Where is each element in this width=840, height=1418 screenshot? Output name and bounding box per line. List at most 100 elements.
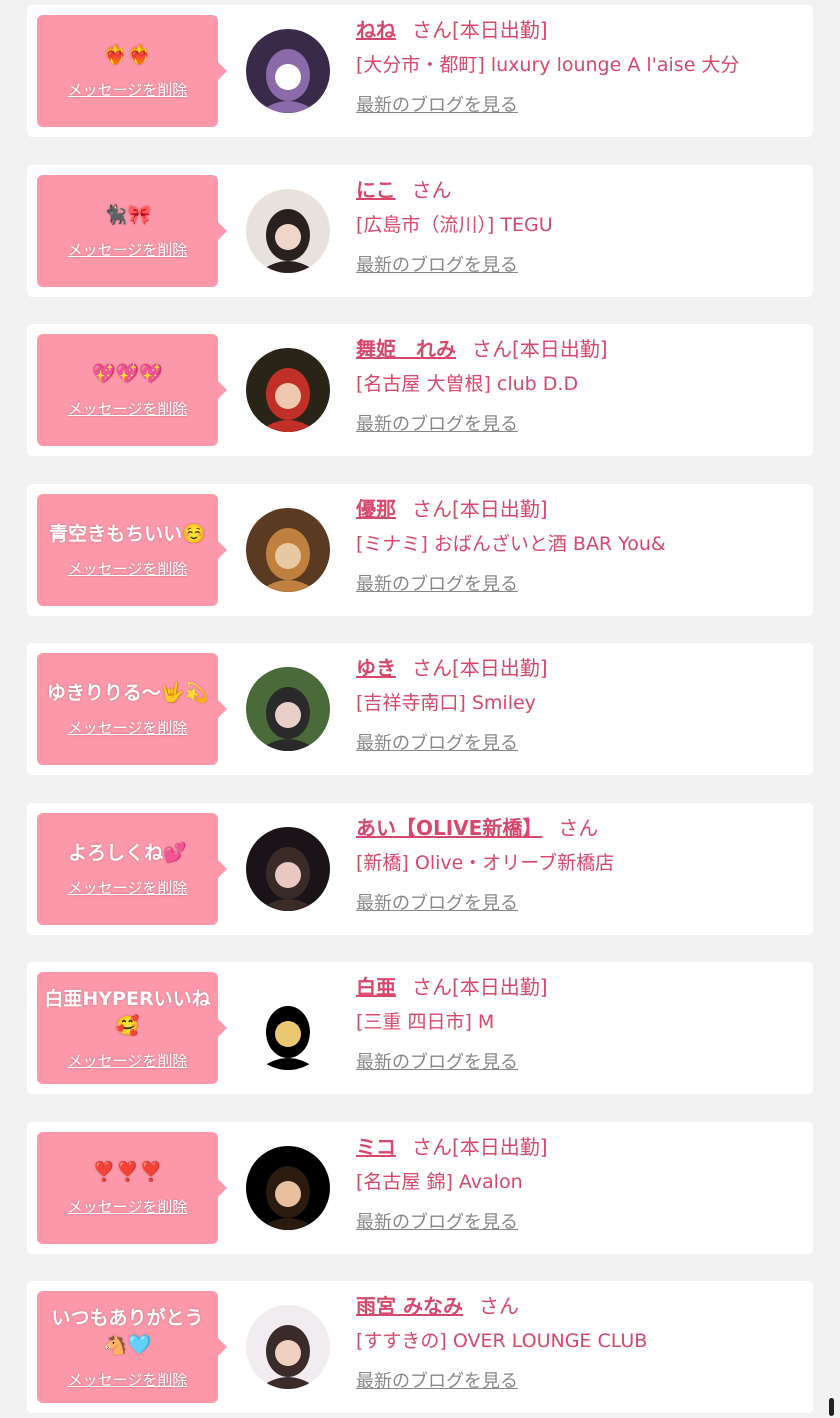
latest-blog-link[interactable]: 最新のブログを見る [356,251,518,277]
work-status: [本日出勤] [452,496,548,521]
latest-blog-link[interactable]: 最新のブログを見る [356,570,518,596]
profile-info: にこ さん [広島市（流川）] TEGU 最新のブログを見る [356,175,803,277]
message-card: ❣️❣️❣️ メッセージを削除 ミコ さん[本日出勤] [名古屋 錦] Avalon 最新… [27,1121,813,1254]
message-bubble: ❣️❣️❣️ メッセージを削除 [37,1131,227,1244]
message-bubble: 💖💖💖 メッセージを削除 [37,334,227,446]
profile-name-link[interactable]: 舞姫 れみ [356,337,456,361]
message-bubble: よろしくね💕 メッセージを削除 [37,812,227,925]
message-text: 白亜HYPERいいね🥰 [44,987,211,1037]
name-suffix: さん [412,975,452,999]
avatar[interactable] [246,986,330,1070]
shop-name: [すすきの] OVER LOUNGE CLUB [356,1330,648,1352]
shop-name: [名古屋 錦] Avalon [356,1170,523,1193]
shop-name: [広島市（流川）] TEGU [356,213,553,236]
shop-name: [名古屋 大曽根] club D.D [356,373,579,395]
profile-header: ミコ さん[本日出勤] [356,1132,803,1162]
work-status: [本日出勤] [452,975,548,999]
message-card: 🐈‍⬛🎀 メッセージを削除 にこ さん [広島市（流川）] TEGU 最新のブログを見る [27,164,813,297]
latest-blog-link[interactable]: 最新のブログを見る [356,91,518,117]
profile-name-link[interactable]: 雨宮 みなみ [356,1294,463,1318]
avatar-image [246,1145,330,1230]
delete-message-link[interactable]: メッセージを削除 [68,877,188,898]
delete-message-link[interactable]: メッセージを削除 [68,717,188,738]
message-card: いつもありがとう🐴🩵 メッセージを削除 雨宮 みなみ さん [すすきの] OVER LO… [27,1281,813,1413]
profile-name-link[interactable]: 白亜 [356,975,396,999]
delete-message-link[interactable]: メッセージを削除 [68,239,188,260]
profile-info: ミコ さん[本日出勤] [名古屋 錦] Avalon 最新のブログを見る [356,1132,803,1234]
message-text: ゆきりりる〜🤟💫 [46,682,209,704]
profile-header: 舞姫 れみ さん[本日出勤] [356,334,803,364]
name-suffix: さん [412,18,452,42]
delete-message-link[interactable]: メッセージを削除 [68,558,188,579]
message-bubble: 白亜HYPERいいね🥰 メッセージを削除 [37,972,227,1084]
delete-message-link[interactable]: メッセージを削除 [68,1369,188,1390]
profile-header: 白亜 さん[本日出勤] [356,972,803,1002]
profile-info: 優那 さん[本日出勤] [ミナミ] おばんざいと酒 BAR You& 最新のブログを見… [356,494,803,596]
name-suffix: さん [412,656,452,680]
message-bubble: 青空きもちいい☺️ メッセージを削除 [37,493,227,606]
profile-info: 雨宮 みなみ さん [すすきの] OVER LOUNGE CLUB 最新のブログを見る [356,1291,803,1393]
profile-header: 雨宮 みなみ さん [356,1291,803,1321]
avatar[interactable] [246,188,330,273]
name-suffix: さん [472,337,512,361]
profile-name-link[interactable]: 優那 [356,497,396,521]
message-bubble: ❤️‍🔥❤️‍🔥 メッセージを削除 [37,15,227,127]
profile-header: あい【OLIVE新橋】 さん [356,813,803,843]
name-suffix: さん [412,496,452,521]
message-card: 白亜HYPERいいね🥰 メッセージを削除 白亜 さん[本日出勤] [三重 四日市] M 最… [27,962,813,1094]
avatar-image [246,507,330,592]
scrollbar[interactable] [829,1398,834,1416]
latest-blog-link[interactable]: 最新のブログを見る [356,889,518,915]
profile-name-link[interactable]: にこ [356,178,396,202]
work-status: [本日出勤] [452,656,548,680]
avatar-image [246,188,330,273]
work-status: [本日出勤] [452,18,548,42]
delete-message-link[interactable]: メッセージを削除 [68,398,188,419]
name-suffix: さん [412,1134,452,1159]
latest-blog-link[interactable]: 最新のブログを見る [356,729,518,755]
shop-name: [新橋] Olive・オリーブ新橋店 [356,851,615,874]
avatar[interactable] [246,348,330,432]
message-text: ❤️‍🔥❤️‍🔥 [103,44,152,66]
avatar-image [246,826,330,911]
message-bubble: いつもありがとう🐴🩵 メッセージを削除 [37,1291,227,1403]
profile-info: ねね さん[本日出勤] [大分市・都町] luxury lounge A l'ais… [356,15,803,117]
avatar-image [246,348,330,432]
profile-info: 白亜 さん[本日出勤] [三重 四日市] M 最新のブログを見る [356,972,803,1074]
latest-blog-link[interactable]: 最新のブログを見る [356,1367,518,1393]
shop-name: [吉祥寺南口] Smiley [356,692,536,714]
message-text: いつもありがとう🐴🩵 [51,1306,204,1356]
avatar[interactable] [246,826,330,911]
message-card: よろしくね💕 メッセージを削除 あい【OLIVE新橋】 さん [新橋] Olive・オリ… [27,802,813,935]
profile-header: にこ さん [356,175,803,205]
profile-header: 優那 さん[本日出勤] [356,494,803,524]
delete-message-link[interactable]: メッセージを削除 [68,1050,188,1071]
avatar-image [246,29,330,113]
profile-name-link[interactable]: ゆき [356,656,396,680]
message-card: 青空きもちいい☺️ メッセージを削除 優那 さん[本日出勤] [ミナミ] おばんざいと酒… [27,483,813,616]
delete-message-link[interactable]: メッセージを削除 [68,1196,188,1217]
message-text: 💖💖💖 [92,363,163,385]
name-suffix: さん [411,177,452,202]
avatar[interactable] [246,1145,330,1230]
message-bubble: 🐈‍⬛🎀 メッセージを削除 [37,174,227,287]
profile-info: あい【OLIVE新橋】 さん [新橋] Olive・オリーブ新橋店 最新のブログを見る [356,813,803,915]
latest-blog-link[interactable]: 最新のブログを見る [356,410,518,436]
message-text: ❣️❣️❣️ [92,1160,163,1183]
profile-name-link[interactable]: あい【OLIVE新橋】 [356,816,542,840]
latest-blog-link[interactable]: 最新のブログを見る [356,1048,518,1074]
profile-name-link[interactable]: ねね [356,18,396,42]
message-card: 💖💖💖 メッセージを削除 舞姫 れみ さん[本日出勤] [名古屋 大曽根] club D… [27,324,813,456]
work-status: [本日出勤] [452,1134,548,1159]
avatar[interactable] [246,667,330,751]
message-card: ゆきりりる〜🤟💫 メッセージを削除 ゆき さん[本日出勤] [吉祥寺南口] Smiley… [27,643,813,775]
delete-message-link[interactable]: メッセージを削除 [68,79,188,100]
message-bubble: ゆきりりる〜🤟💫 メッセージを削除 [37,653,227,765]
avatar[interactable] [246,507,330,592]
avatar[interactable] [246,1305,330,1389]
latest-blog-link[interactable]: 最新のブログを見る [356,1208,518,1234]
avatar-image [246,667,330,751]
avatar[interactable] [246,29,330,113]
profile-name-link[interactable]: ミコ [356,1135,396,1159]
profile-header: ゆき さん[本日出勤] [356,653,803,683]
